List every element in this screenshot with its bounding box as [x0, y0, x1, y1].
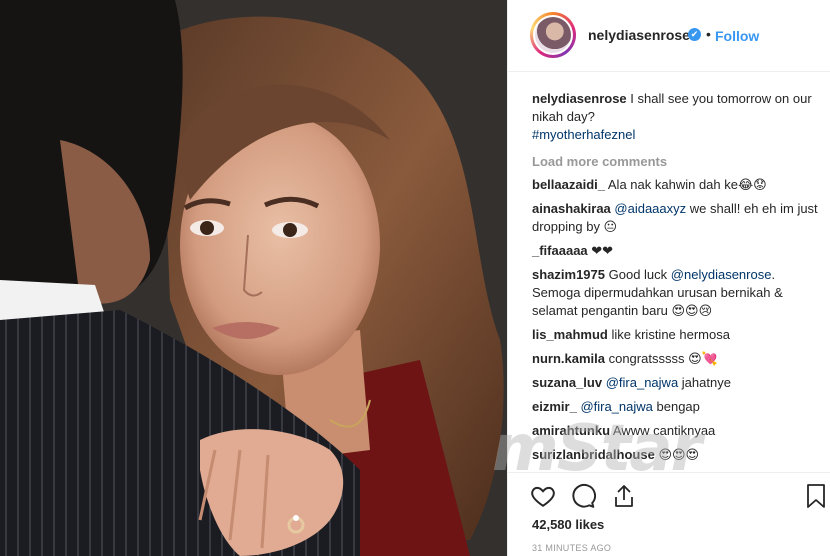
comment-item: nurn.kamila congratsssss 😍💘: [532, 350, 822, 368]
header-separator: •: [706, 26, 711, 42]
comment-text: Ala nak kahwin dah ke😂😟: [607, 177, 767, 192]
heart-icon[interactable]: [530, 483, 556, 514]
comment-mention[interactable]: @fira_najwa: [580, 399, 652, 414]
couple-photo-illustration: [0, 0, 507, 556]
load-more-comments-button[interactable]: Load more comments: [532, 153, 822, 171]
comment-item: _fifaaaaa ❤❤: [532, 242, 822, 260]
comment-username[interactable]: eizmir_: [532, 399, 577, 414]
avatar[interactable]: [530, 12, 576, 58]
comment-item: ainashakiraa @aidaaaxyz we shall! eh eh …: [532, 200, 822, 236]
comment-item: shazim1975 Good luck @nelydiasenrose. Se…: [532, 266, 822, 320]
comment-item: amirahtunku Awww cantiknyaa: [532, 422, 822, 440]
comments-section: nelydiasenrose I shall see you tomorrow …: [532, 90, 822, 470]
likes-count-text: 42,580 likes: [532, 517, 605, 532]
comment-text: congratsssss 😍💘: [608, 351, 718, 366]
comment-text: like kristine hermosa: [611, 327, 730, 342]
comment-item: surizlanbridalhouse 😍😍😍: [532, 446, 822, 464]
comment-text: Awww cantiknyaa: [612, 423, 716, 438]
comment-mention[interactable]: @fira_najwa: [606, 375, 678, 390]
post-photo[interactable]: [0, 0, 507, 556]
comment-mention[interactable]: @aidaaaxyz: [614, 201, 686, 216]
avatar-frame: [533, 15, 573, 55]
comment-username[interactable]: shazim1975: [532, 267, 605, 282]
comment-text: jahatnye: [681, 375, 731, 390]
bookmark-icon[interactable]: [805, 483, 827, 514]
follow-button[interactable]: Follow: [715, 28, 759, 44]
comment-username[interactable]: _fifaaaaa: [532, 243, 588, 258]
post-timestamp: 31 MINUTES AGO: [532, 543, 612, 553]
comment-username[interactable]: amirahtunku: [532, 423, 610, 438]
comment-item: eizmir_ @fira_najwa bengap: [532, 398, 822, 416]
header-username[interactable]: nelydiasenrose: [588, 27, 690, 43]
post-caption: nelydiasenrose I shall see you tomorrow …: [532, 90, 822, 144]
comment-mention[interactable]: @nelydiasenrose: [671, 267, 772, 282]
post-header: nelydiasenrose ✔ • Follow: [508, 0, 830, 72]
comment-username[interactable]: lis_mahmud: [532, 327, 608, 342]
comment-text: bengap: [656, 399, 700, 414]
likes-count[interactable]: 42,580 likes: [532, 517, 604, 532]
caption-hashtag[interactable]: #myotherhafeznel: [532, 126, 822, 144]
post-actions: 42,580 likes 31 MINUTES AGO: [508, 472, 830, 556]
comment-item: lis_mahmud like kristine hermosa: [532, 326, 822, 344]
comment-username[interactable]: surizlanbridalhouse: [532, 447, 655, 462]
caption-username[interactable]: nelydiasenrose: [532, 91, 627, 106]
comment-username[interactable]: nurn.kamila: [532, 351, 605, 366]
post-side-panel: nelydiasenrose ✔ • Follow nelydiasenrose…: [507, 0, 830, 556]
comment-item: suzana_luv @fira_najwa jahatnye: [532, 374, 822, 392]
comment-item: bellaazaidi_ Ala nak kahwin dah ke😂😟: [532, 176, 822, 194]
share-icon[interactable]: [612, 483, 636, 514]
comment-text: ❤❤: [591, 243, 614, 258]
comment-username[interactable]: bellaazaidi_: [532, 177, 605, 192]
comment-icon[interactable]: [570, 483, 596, 514]
comment-text: 😍😍😍: [658, 447, 700, 462]
comment-username[interactable]: ainashakiraa: [532, 201, 611, 216]
verified-badge-icon: ✔: [688, 28, 701, 41]
comment-pre-text: Good luck: [608, 267, 668, 282]
avatar-image: [535, 17, 571, 53]
comment-username[interactable]: suzana_luv: [532, 375, 602, 390]
